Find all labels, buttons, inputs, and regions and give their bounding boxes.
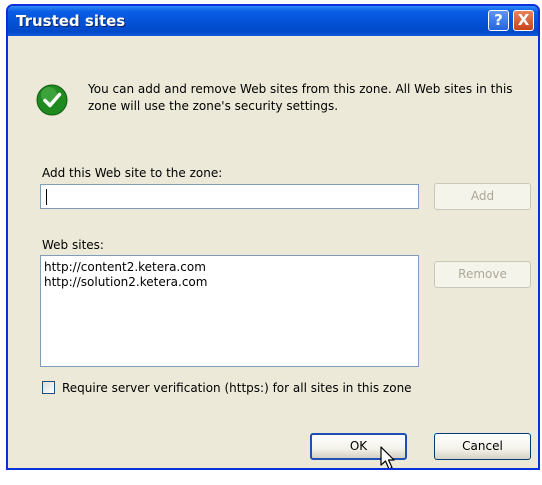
https-verification-checkbox[interactable] — [42, 381, 55, 394]
close-icon: X — [517, 11, 530, 29]
dialog-title: Trusted sites — [16, 12, 126, 30]
checkmark-icon — [36, 84, 68, 116]
remove-button[interactable]: Remove — [434, 261, 531, 288]
https-verification-label[interactable]: Require server verification (https:) for… — [62, 381, 412, 395]
add-button[interactable]: Add — [434, 183, 531, 210]
title-bar[interactable]: Trusted sites ? X — [8, 6, 538, 36]
add-site-input[interactable] — [40, 184, 419, 209]
trusted-sites-dialog: Trusted sites ? X You can add and remove… — [6, 4, 540, 470]
close-button[interactable]: X — [513, 10, 534, 31]
help-button[interactable]: ? — [488, 10, 509, 31]
list-item[interactable]: http://solution2.ketera.com — [44, 275, 415, 290]
help-icon: ? — [494, 11, 503, 29]
websites-label: Web sites: — [42, 238, 104, 252]
text-caret — [46, 189, 47, 205]
info-text: You can add and remove Web sites from th… — [88, 82, 513, 113]
mouse-pointer-icon — [380, 446, 395, 468]
cancel-button[interactable]: Cancel — [434, 433, 531, 460]
list-item[interactable]: http://content2.ketera.com — [44, 260, 415, 275]
websites-list[interactable]: http://content2.ketera.com http://soluti… — [40, 255, 419, 367]
add-site-label: Add this Web site to the zone: — [42, 166, 223, 180]
